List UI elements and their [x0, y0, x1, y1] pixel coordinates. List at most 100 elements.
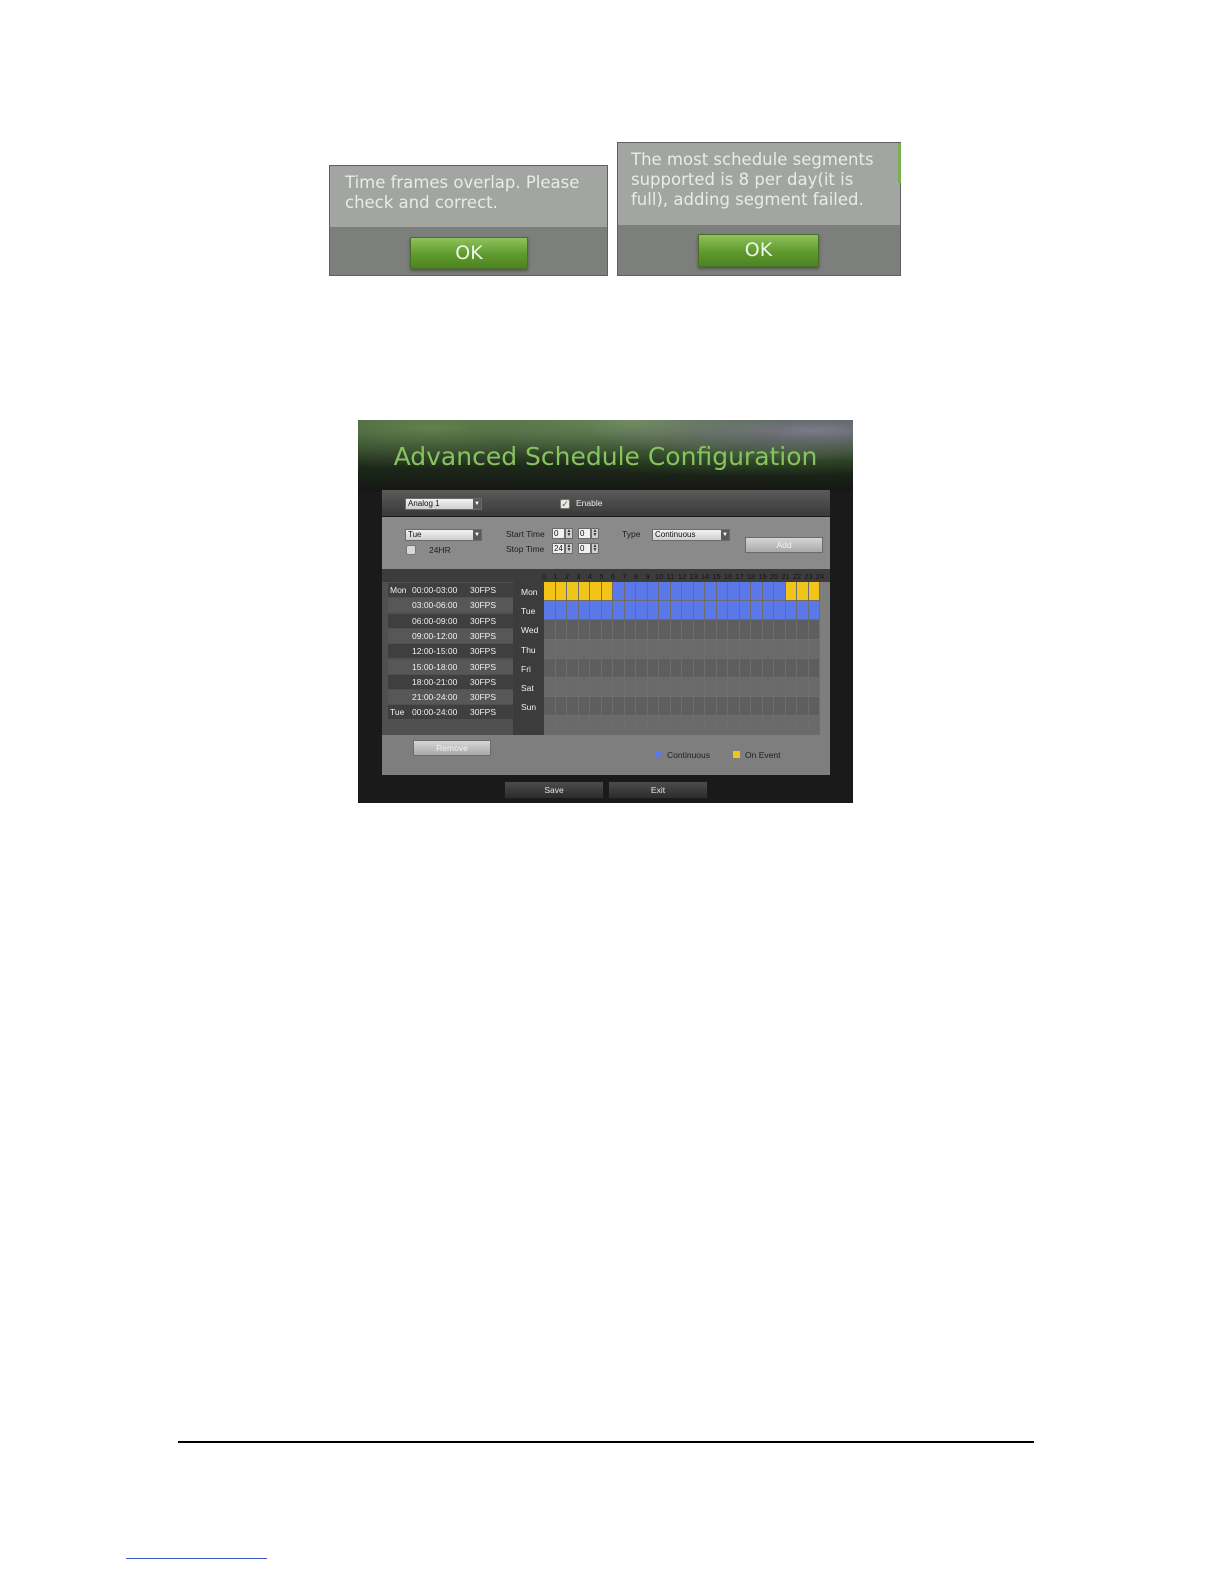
schedule-cell[interactable] [762, 620, 774, 640]
schedule-cell[interactable] [624, 678, 636, 698]
schedule-cell[interactable] [705, 639, 717, 659]
schedule-cell[interactable] [762, 639, 774, 659]
schedule-cell[interactable] [751, 620, 763, 640]
schedule-cell[interactable] [567, 658, 579, 678]
schedule-cell[interactable] [728, 620, 740, 640]
schedule-cell[interactable] [739, 658, 751, 678]
schedule-cell[interactable] [682, 639, 694, 659]
schedule-cell[interactable] [578, 582, 590, 602]
schedule-cell[interactable] [705, 601, 717, 621]
schedule-cell[interactable] [739, 678, 751, 698]
schedule-cell[interactable] [808, 601, 820, 621]
schedule-cell[interactable] [613, 639, 625, 659]
schedule-cell[interactable] [601, 678, 613, 698]
schedule-cell[interactable] [785, 582, 797, 602]
schedule-cell[interactable] [716, 639, 728, 659]
start-minute-field[interactable]: 0 [578, 528, 591, 539]
schedule-cell[interactable] [601, 620, 613, 640]
schedule-cell[interactable] [647, 639, 659, 659]
schedule-cell[interactable] [659, 582, 671, 602]
schedule-cell[interactable] [751, 697, 763, 717]
schedule-cell[interactable] [670, 639, 682, 659]
schedule-cell[interactable] [578, 639, 590, 659]
schedule-cell[interactable] [797, 620, 809, 640]
schedule-cell[interactable] [636, 620, 648, 640]
schedule-cell[interactable] [544, 620, 556, 640]
schedule-cell[interactable] [716, 620, 728, 640]
schedule-cell[interactable] [567, 620, 579, 640]
schedule-cell[interactable] [762, 658, 774, 678]
schedule-cell[interactable] [636, 678, 648, 698]
schedule-cell[interactable] [774, 639, 786, 659]
schedule-cell[interactable] [739, 620, 751, 640]
schedule-cell[interactable] [544, 601, 556, 621]
schedule-cell[interactable] [636, 601, 648, 621]
exit-button[interactable]: Exit [608, 781, 708, 799]
schedule-cell[interactable] [739, 697, 751, 717]
schedule-cell[interactable] [578, 697, 590, 717]
schedule-cell[interactable] [797, 639, 809, 659]
schedule-cell[interactable] [544, 697, 556, 717]
schedule-cell[interactable] [578, 678, 590, 698]
schedule-cell[interactable] [647, 582, 659, 602]
stop-hour-stepper[interactable]: ▲ ▼ [565, 543, 573, 554]
schedule-cell[interactable] [682, 601, 694, 621]
schedule-cell[interactable] [762, 678, 774, 698]
schedule-cell[interactable] [762, 582, 774, 602]
schedule-cell[interactable] [647, 678, 659, 698]
schedule-cell[interactable] [670, 697, 682, 717]
schedule-cell[interactable] [693, 582, 705, 602]
schedule-cell[interactable] [797, 658, 809, 678]
schedule-cell[interactable] [785, 678, 797, 698]
schedule-cell[interactable] [716, 658, 728, 678]
schedule-cell[interactable] [693, 678, 705, 698]
ok-button[interactable]: OK [410, 237, 528, 269]
schedule-cell[interactable] [693, 658, 705, 678]
schedule-cell[interactable] [544, 658, 556, 678]
schedule-cell[interactable] [555, 620, 567, 640]
schedule-cell[interactable] [705, 620, 717, 640]
day-select[interactable]: Tue ▼ [405, 529, 482, 541]
start-minute-stepper[interactable]: ▲ ▼ [591, 528, 599, 539]
list-item[interactable]: Tue 00:00-24:00 30FPS [388, 705, 513, 720]
schedule-cell[interactable] [728, 697, 740, 717]
list-item[interactable]: 12:00-15:00 30FPS [388, 644, 513, 659]
schedule-cell[interactable] [774, 582, 786, 602]
schedule-cell[interactable] [601, 697, 613, 717]
start-hour-stepper[interactable]: ▲ ▼ [565, 528, 573, 539]
schedule-cell[interactable] [728, 601, 740, 621]
schedule-cell[interactable] [693, 620, 705, 640]
schedule-cell[interactable] [705, 658, 717, 678]
schedule-cell[interactable] [624, 658, 636, 678]
schedule-cell[interactable] [797, 697, 809, 717]
schedule-cell[interactable] [601, 601, 613, 621]
schedule-cell[interactable] [544, 639, 556, 659]
schedule-cell[interactable] [544, 582, 556, 602]
schedule-cell[interactable] [647, 601, 659, 621]
schedule-cell[interactable] [808, 697, 820, 717]
schedule-cell[interactable] [636, 658, 648, 678]
schedule-cell[interactable] [555, 582, 567, 602]
schedule-cell[interactable] [601, 582, 613, 602]
schedule-cell[interactable] [808, 678, 820, 698]
remove-button[interactable]: Remove [413, 740, 491, 756]
schedule-cell[interactable] [613, 582, 625, 602]
schedule-cell[interactable] [785, 639, 797, 659]
schedule-cell[interactable] [797, 678, 809, 698]
schedule-cell[interactable] [728, 678, 740, 698]
schedule-cell[interactable] [601, 639, 613, 659]
schedule-cell[interactable] [590, 620, 602, 640]
camera-select[interactable]: Analog 1 ▼ [405, 498, 482, 510]
schedule-cell[interactable] [659, 639, 671, 659]
schedule-cell[interactable] [728, 658, 740, 678]
schedule-cell[interactable] [797, 601, 809, 621]
schedule-cell[interactable] [659, 601, 671, 621]
schedule-cell[interactable] [613, 601, 625, 621]
schedule-cell[interactable] [647, 658, 659, 678]
schedule-cell[interactable] [693, 697, 705, 717]
schedule-cell[interactable] [808, 658, 820, 678]
enable-checkbox[interactable]: ✓ [560, 499, 570, 509]
schedule-cell[interactable] [567, 639, 579, 659]
schedule-cell[interactable] [613, 678, 625, 698]
schedule-cell[interactable] [659, 658, 671, 678]
